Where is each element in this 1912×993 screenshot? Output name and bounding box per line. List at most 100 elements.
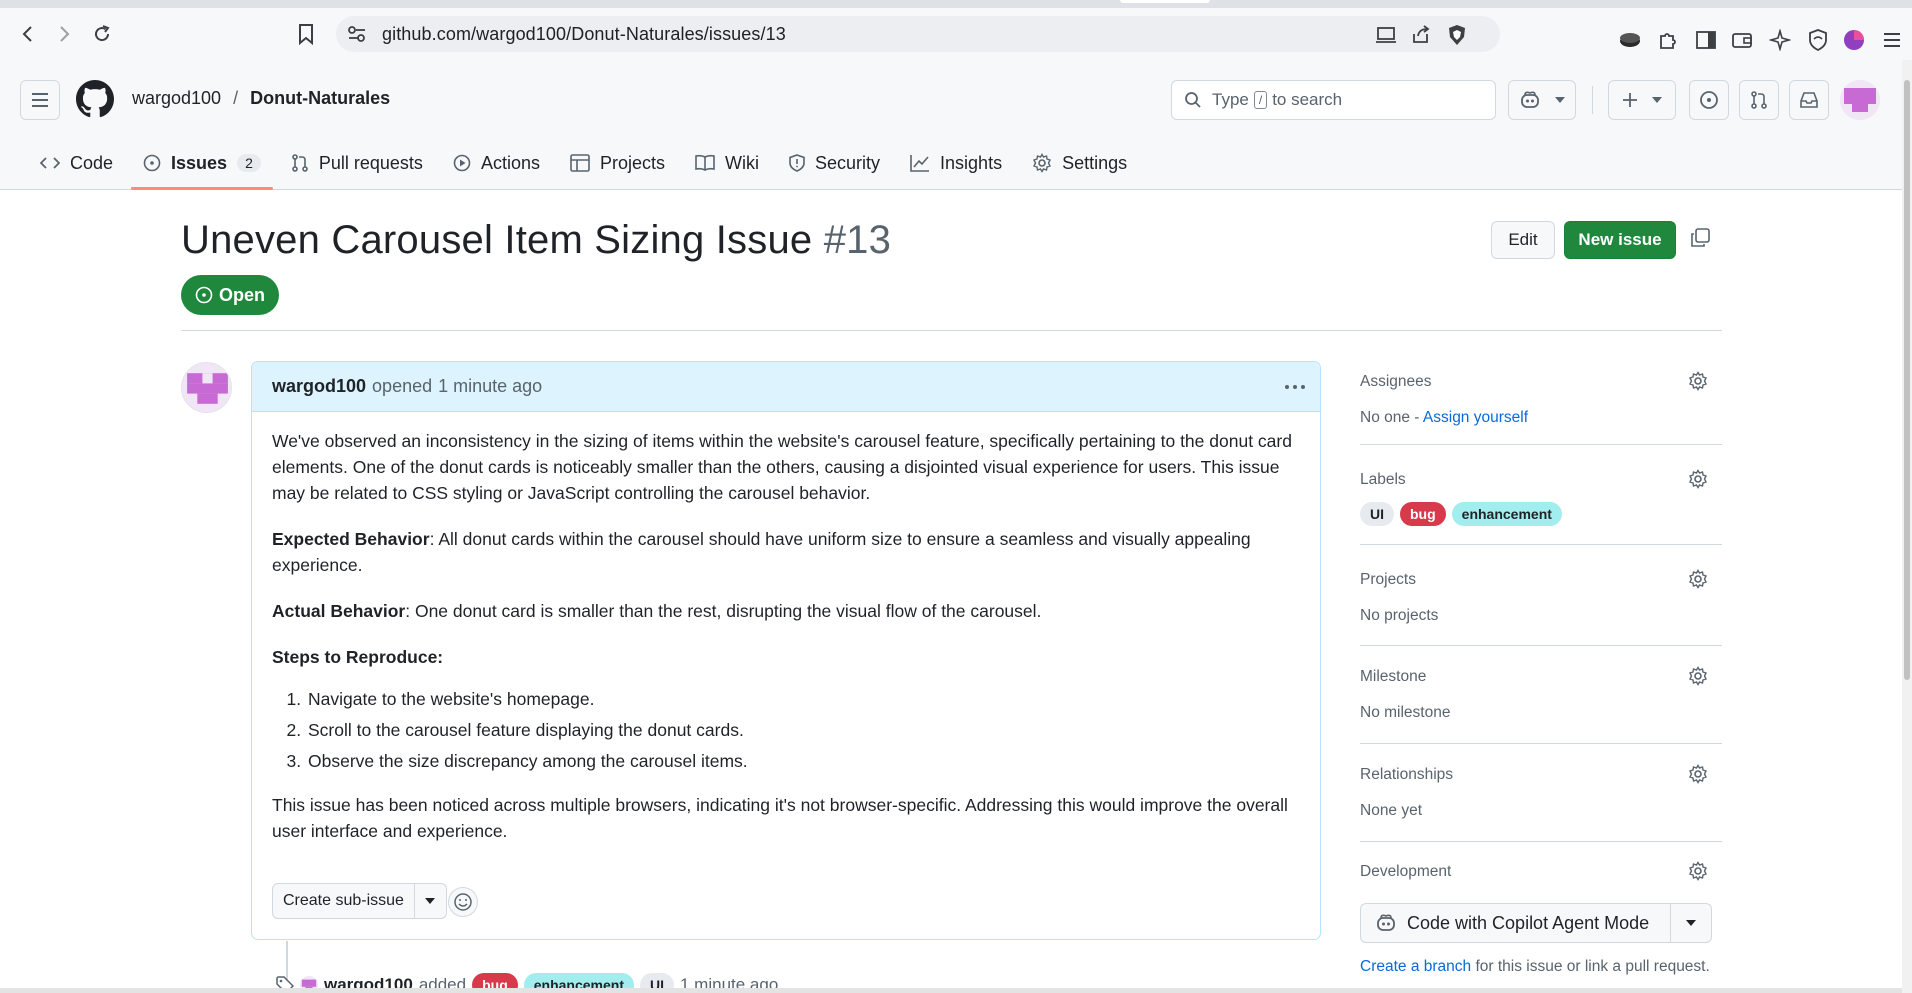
issue-state-label: Open xyxy=(218,284,265,305)
search-shortcut-key: / xyxy=(1253,91,1268,109)
comment-actual: Actual Behavior: One donut card is small… xyxy=(272,598,1300,624)
page-scrollbar[interactable] xyxy=(1902,60,1912,993)
label-enhancement[interactable]: enhancement xyxy=(1451,502,1562,526)
sidebar-assignees: Assignees No one - Assign yourself xyxy=(1360,371,1722,445)
comment-author[interactable]: wargod100 xyxy=(272,376,366,397)
comment-author-avatar[interactable] xyxy=(181,362,232,413)
repo-name-link[interactable]: Donut-Naturales xyxy=(250,88,390,109)
label-ui[interactable]: UI xyxy=(1360,502,1394,526)
brave-shield-icon[interactable] xyxy=(1446,24,1468,46)
code-icon xyxy=(40,155,60,171)
search-icon xyxy=(1184,91,1202,109)
actual-text: : One donut card is smaller than the res… xyxy=(405,601,1042,621)
shield-icon xyxy=(789,154,805,172)
issues-icon[interactable] xyxy=(1689,80,1729,120)
create-sub-issue-button[interactable]: Create sub-issue xyxy=(272,883,415,919)
wallet-icon[interactable] xyxy=(1730,28,1754,52)
site-settings-icon[interactable] xyxy=(346,24,368,44)
relationships-value: None yet xyxy=(1360,802,1423,819)
extension-disc-icon[interactable] xyxy=(1618,28,1642,52)
milestone-gear-icon[interactable] xyxy=(1688,666,1708,686)
tab-settings[interactable]: Settings xyxy=(1020,146,1139,180)
tab-code[interactable]: Code xyxy=(28,146,125,180)
list-item: Navigate to the website's homepage. xyxy=(306,686,1300,712)
tab-code-label: Code xyxy=(70,152,114,173)
play-icon xyxy=(453,154,471,172)
tab-issues-label: Issues xyxy=(171,152,228,173)
issue-comment: wargod100 opened 1 minute ago We've obse… xyxy=(251,361,1321,940)
label-bug[interactable]: bug xyxy=(1400,502,1446,526)
profile-icon[interactable] xyxy=(1842,28,1866,52)
chevron-down-icon xyxy=(1652,97,1662,103)
header-divider xyxy=(1592,86,1593,114)
address-bar[interactable]: github.com/wargod100/Donut-Naturales/iss… xyxy=(336,16,1500,52)
create-branch-link[interactable]: Create a branch xyxy=(1360,958,1471,975)
plus-icon xyxy=(1622,92,1638,108)
tab-actions[interactable]: Actions xyxy=(441,146,552,180)
url-text[interactable]: github.com/wargod100/Donut-Naturales/iss… xyxy=(382,24,786,45)
development-gear-icon[interactable] xyxy=(1688,861,1708,881)
issues-count-badge: 2 xyxy=(237,154,261,172)
table-icon xyxy=(570,154,590,172)
graph-icon xyxy=(910,154,930,172)
inbox-icon[interactable] xyxy=(1789,80,1829,120)
tab-wiki-label: Wiki xyxy=(725,152,759,173)
assignees-gear-icon[interactable] xyxy=(1688,371,1708,391)
issue-number: #13 xyxy=(823,218,892,262)
steps-label: Steps to Reproduce: xyxy=(272,647,444,667)
search-input[interactable]: Type / to search xyxy=(1171,80,1496,120)
copilot-dropdown-button[interactable] xyxy=(1671,904,1711,942)
tab-insights[interactable]: Insights xyxy=(898,146,1014,180)
comment-action: opened xyxy=(372,376,433,396)
add-reaction-icon[interactable] xyxy=(448,887,478,917)
repo-owner-link[interactable]: wargod100 xyxy=(132,88,221,109)
tab-issues[interactable]: Issues 2 xyxy=(131,146,273,190)
assignees-title: Assignees xyxy=(1360,373,1432,390)
kebab-horizontal-icon[interactable] xyxy=(1284,376,1306,398)
user-avatar[interactable] xyxy=(1840,80,1880,120)
install-app-icon[interactable] xyxy=(1376,24,1398,46)
chevron-down-icon xyxy=(425,898,436,904)
bookmark-icon[interactable] xyxy=(292,20,320,48)
sidebar-development: Development xyxy=(1360,861,1722,893)
sub-issue-dropdown-button[interactable] xyxy=(414,883,447,919)
comment-timestamp[interactable]: 1 minute ago xyxy=(438,376,542,397)
git-pull-request-icon xyxy=(291,153,309,173)
back-icon[interactable] xyxy=(14,20,42,48)
new-issue-button[interactable]: New issue xyxy=(1564,221,1676,259)
tab-actions-label: Actions xyxy=(480,152,540,173)
assignees-sep: - xyxy=(1409,409,1423,426)
pull-requests-icon[interactable] xyxy=(1739,80,1779,120)
sidebar-panel-icon[interactable] xyxy=(1694,28,1718,52)
projects-title: Projects xyxy=(1360,571,1416,588)
create-new-button[interactable] xyxy=(1608,80,1676,120)
tab-pull-requests[interactable]: Pull requests xyxy=(279,146,435,180)
copy-link-icon[interactable] xyxy=(1690,228,1710,248)
forward-icon[interactable] xyxy=(50,20,78,48)
tab-security[interactable]: Security xyxy=(777,146,892,180)
tab-insights-label: Insights xyxy=(940,152,1003,173)
breadcrumb-separator: / xyxy=(233,88,239,108)
github-logo-icon[interactable] xyxy=(76,80,114,118)
list-item: Scroll to the carousel feature displayin… xyxy=(306,717,1300,743)
reload-icon[interactable] xyxy=(88,20,116,48)
actual-label: Actual Behavior xyxy=(272,601,406,621)
copilot-menu-button[interactable] xyxy=(1508,80,1576,120)
projects-gear-icon[interactable] xyxy=(1688,569,1708,589)
share-icon[interactable] xyxy=(1410,24,1432,46)
assign-yourself-link[interactable]: Assign yourself xyxy=(1423,409,1528,426)
edit-button[interactable]: Edit xyxy=(1491,221,1555,259)
relationships-gear-icon[interactable] xyxy=(1688,764,1708,784)
horizontal-scrollbar[interactable] xyxy=(0,988,1902,993)
tab-wiki[interactable]: Wiki xyxy=(683,146,771,180)
code-with-copilot-button[interactable]: Code with Copilot Agent Mode xyxy=(1361,904,1671,942)
labels-gear-icon[interactable] xyxy=(1688,469,1708,489)
extensions-puzzle-icon[interactable] xyxy=(1656,28,1680,52)
browser-menu-icon[interactable] xyxy=(1880,28,1904,52)
search-placeholder-suffix: to search xyxy=(1272,90,1343,109)
leo-ai-icon[interactable] xyxy=(1768,28,1792,52)
tab-projects[interactable]: Projects xyxy=(558,146,677,180)
scrollbar-thumb[interactable] xyxy=(1904,80,1910,680)
vpn-shield-icon[interactable] xyxy=(1806,28,1830,52)
hamburger-menu-icon[interactable] xyxy=(20,80,60,120)
